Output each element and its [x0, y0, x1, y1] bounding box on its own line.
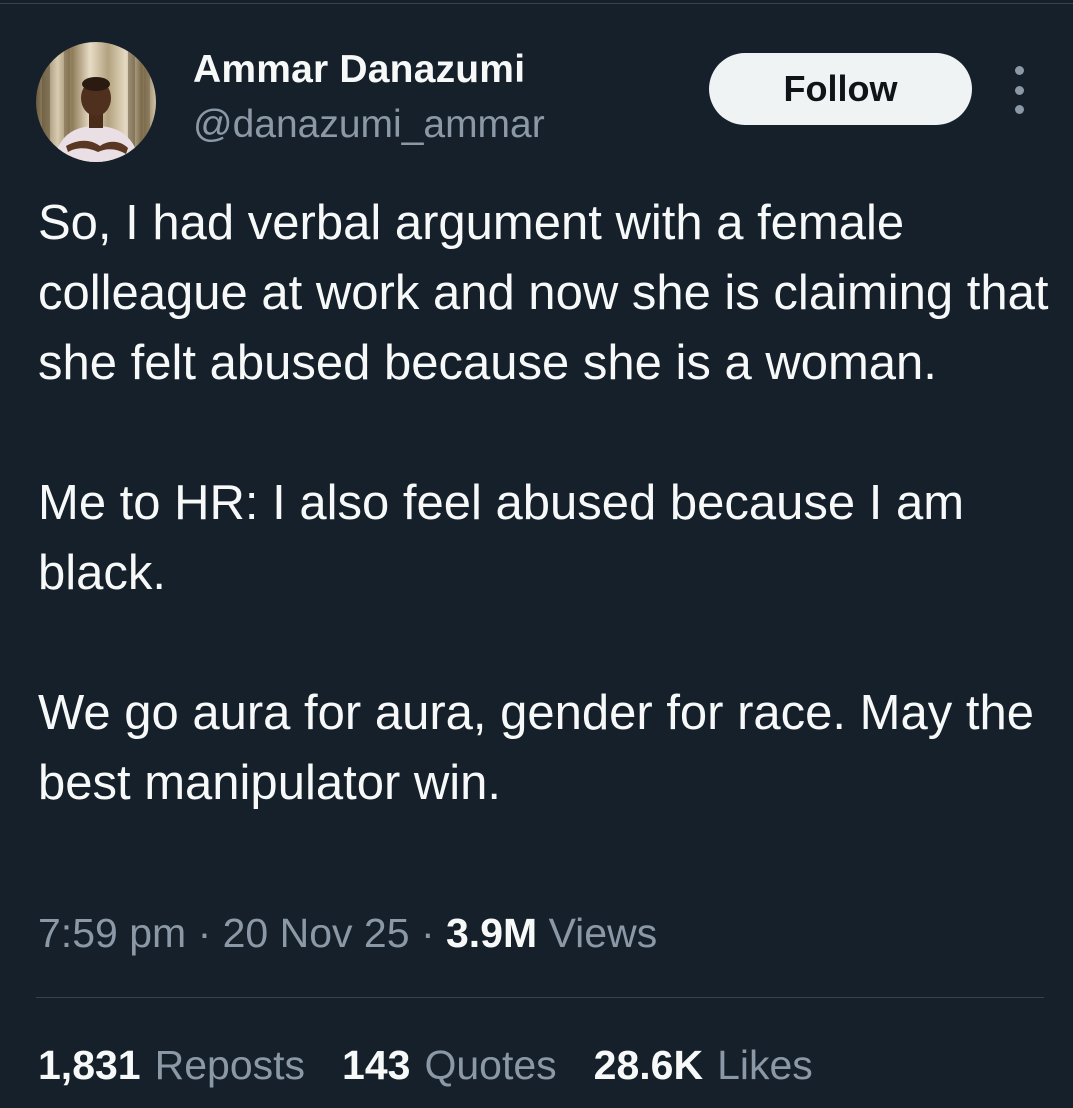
views-count[interactable]: 3.9M: [446, 910, 537, 956]
follow-button[interactable]: Follow: [709, 53, 972, 125]
dot: [1014, 66, 1024, 75]
quotes-label: Quotes: [424, 1042, 557, 1088]
reposts-stat[interactable]: 1,831 Reposts: [38, 1042, 305, 1089]
dot: [1014, 85, 1024, 95]
top-divider: [0, 3, 1073, 4]
tweet-metadata: 7:59 pm · 20 Nov 25 · 3.9M Views: [38, 910, 657, 957]
divider: [36, 997, 1044, 998]
views-label: Views: [548, 910, 658, 956]
more-options-icon[interactable]: [1004, 66, 1034, 114]
separator: ·: [420, 910, 435, 956]
avatar[interactable]: [36, 42, 156, 162]
author-display-name[interactable]: Ammar Danazumi: [193, 48, 525, 92]
tweet-date[interactable]: 20 Nov 25: [223, 910, 410, 956]
engagement-stats: 1,831 Reposts 143 Quotes 28.6K Likes: [38, 1042, 850, 1089]
tweet-time[interactable]: 7:59 pm: [38, 910, 186, 956]
likes-stat[interactable]: 28.6K Likes: [594, 1042, 813, 1089]
tweet-paragraph: Me to HR: I also feel abused because I a…: [38, 476, 965, 600]
reposts-count: 1,831: [38, 1042, 141, 1088]
likes-label: Likes: [717, 1042, 813, 1088]
quotes-count: 143: [342, 1042, 411, 1088]
reposts-label: Reposts: [154, 1042, 306, 1088]
tweet-paragraph: So, I had verbal argument with a female …: [38, 196, 1049, 390]
author-handle[interactable]: @danazumi_ammar: [193, 103, 545, 147]
tweet-text: So, I had verbal argument with a female …: [38, 188, 1058, 818]
likes-count: 28.6K: [593, 1042, 704, 1088]
profile-photo-icon: [42, 42, 150, 162]
quotes-stat[interactable]: 143 Quotes: [342, 1042, 557, 1089]
tweet-paragraph: We go aura for aura, gender for race. Ma…: [38, 686, 1034, 810]
separator: ·: [197, 910, 212, 956]
dot: [1014, 105, 1024, 114]
